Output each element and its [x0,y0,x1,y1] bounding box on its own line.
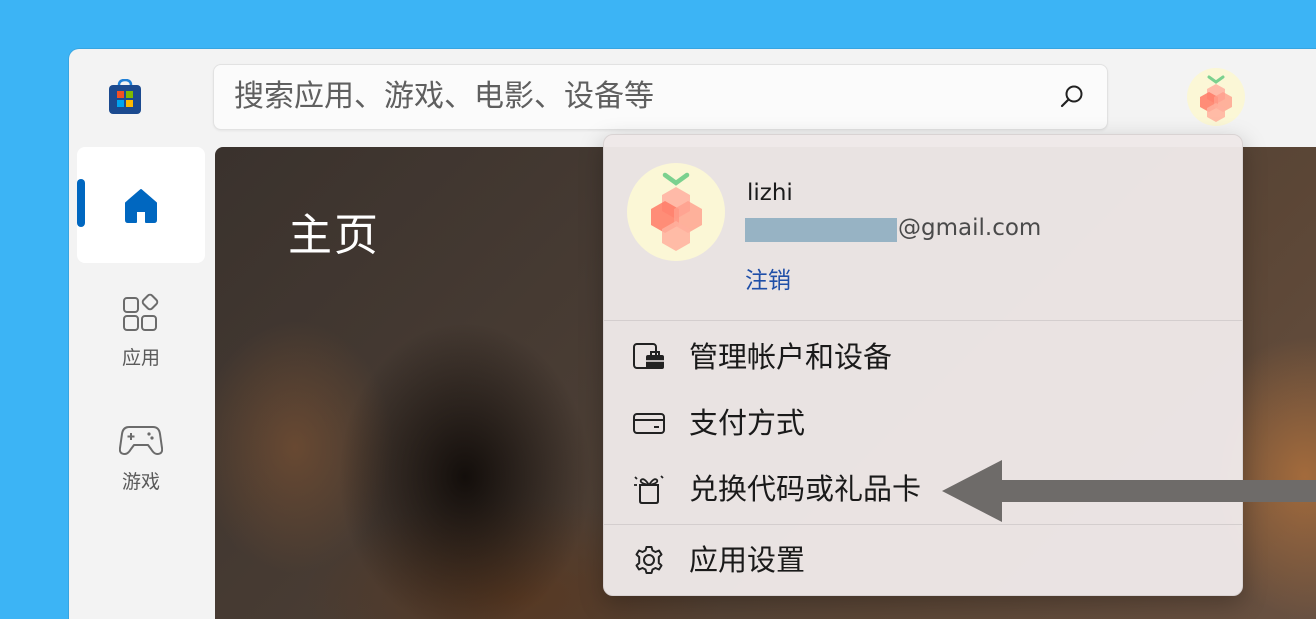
account-menu-avatar [627,163,725,261]
menu-item-app-settings[interactable]: 应用设置 [604,530,1242,590]
menu-item-manage-account-label: 管理帐户和设备 [689,340,893,374]
sign-out-link[interactable]: 注销 [745,261,791,295]
search-placeholder: 搜索应用、游戏、电影、设备等 [234,79,654,114]
annotation-arrow-icon [940,458,1316,524]
nav-item-apps[interactable]: 应用 [69,293,213,370]
page-title: 主页 [288,210,380,261]
credit-card-icon [632,407,666,439]
menu-item-payment[interactable]: 支付方式 [604,393,1242,453]
menu-item-redeem-label: 兑换代码或礼品卡 [689,472,922,506]
menu-item-manage-account[interactable]: 管理帐户和设备 [604,327,1242,387]
account-devices-icon [632,341,666,373]
apps-icon [121,293,161,337]
search-icon[interactable] [1059,84,1085,110]
gear-icon [632,544,666,576]
account-user-name: lizhi [747,180,793,206]
nav-item-games[interactable]: 游戏 [69,421,213,494]
microsoft-store-logo-icon [108,78,142,115]
redeem-gift-icon [632,473,666,505]
nav-item-games-label: 游戏 [121,471,160,493]
account-menu: lizhi @gmail.com 注销 管理帐户和设备 支付方式 兑换代码或礼品… [603,134,1243,596]
nav-item-home[interactable] [77,147,205,263]
email-redaction-block [745,218,897,242]
account-email: @gmail.com [898,215,1042,241]
menu-divider [604,320,1242,321]
home-icon [122,186,160,228]
nav-item-apps-label: 应用 [121,347,160,369]
menu-item-payment-label: 支付方式 [689,406,806,440]
search-input[interactable]: 搜索应用、游戏、电影、设备等 [213,64,1108,130]
nav-selection-indicator [77,179,85,227]
account-avatar-button[interactable] [1187,68,1245,126]
gamepad-icon [118,421,164,461]
menu-item-app-settings-label: 应用设置 [689,543,806,577]
menu-divider [604,524,1242,525]
